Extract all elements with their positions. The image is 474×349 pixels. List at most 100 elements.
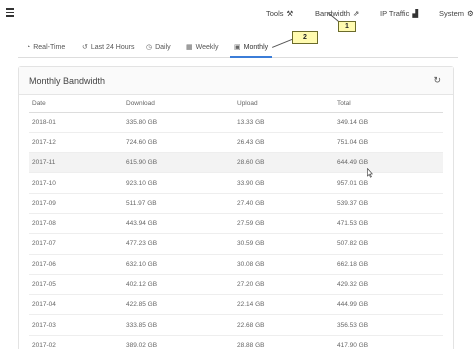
- table-row[interactable]: 2017-11 615.90 GB 28.60 GB 644.49 GB: [29, 152, 443, 174]
- tab-weekly[interactable]: ▦ Weekly: [186, 42, 218, 58]
- card-title: Monthly Bandwidth: [29, 76, 106, 86]
- tab-daily-label: Daily: [155, 44, 171, 51]
- clock-icon: ◷: [146, 44, 153, 51]
- nav-ip-traffic[interactable]: IP Traffic ▟: [380, 9, 418, 18]
- nav-ip-traffic-label: IP Traffic: [380, 9, 410, 18]
- cell-date: 2017-06: [29, 254, 123, 275]
- cell-date: 2017-09: [29, 193, 123, 214]
- cell-upload: 27.20 GB: [234, 274, 334, 296]
- calendar-icon: ▣: [234, 44, 241, 51]
- tab-monthly-label: Monthly: [243, 44, 269, 51]
- table-header-row: Date Download Upload Total: [29, 95, 443, 113]
- cell-total: 417.90 GB: [334, 335, 443, 349]
- cell-total: 471.53 GB: [334, 213, 443, 235]
- cell-total: 429.32 GB: [334, 274, 443, 296]
- top-navbar: Tools ⚒ Bandwidth ⇗ IP Traffic ▟ System ⚙: [0, 0, 474, 30]
- cell-upload: 28.88 GB: [234, 335, 334, 349]
- cell-download: 923.10 GB: [123, 172, 234, 194]
- cell-download: 333.85 GB: [123, 314, 234, 336]
- table-row[interactable]: 2017-08 443.94 GB 27.59 GB 471.53 GB: [29, 213, 443, 235]
- table-row[interactable]: 2017-05 402.12 GB 27.20 GB 429.32 GB: [29, 274, 443, 296]
- table-row[interactable]: 2017-07 477.23 GB 30.59 GB 507.82 GB: [29, 233, 443, 255]
- table-row[interactable]: 2017-02 389.02 GB 28.88 GB 417.90 GB: [29, 335, 443, 349]
- cell-upload: 22.14 GB: [234, 294, 334, 316]
- tab-real-time[interactable]: ◔ Real-Time: [26, 42, 65, 58]
- table-row[interactable]: 2017-03 333.85 GB 22.68 GB 356.53 GB: [29, 314, 443, 336]
- cell-date: 2017-05: [29, 274, 123, 296]
- nav-tools-label: Tools: [266, 9, 284, 18]
- tab-daily[interactable]: ◷ Daily: [146, 42, 171, 58]
- tools-icon: ⚒: [286, 9, 294, 18]
- table-row[interactable]: 2017-09 511.97 GB 27.40 GB 539.37 GB: [29, 193, 443, 214]
- chart-line-icon: ⇗: [353, 9, 360, 18]
- bar-chart-icon: ▟: [412, 9, 419, 18]
- period-tabs: ◔ Real-Time ↺ Last 24 Hours ◷ Daily ▦ Weekly…: [18, 40, 458, 58]
- cell-download: 477.23 GB: [123, 233, 234, 255]
- column-header-date[interactable]: Date: [29, 95, 123, 113]
- cell-download: 443.94 GB: [123, 213, 234, 235]
- tab-last-24-hours-label: Last 24 Hours: [90, 44, 135, 51]
- cell-date: 2017-10: [29, 172, 123, 194]
- tab-monthly[interactable]: ▣ Monthly: [230, 42, 273, 58]
- cell-total: 507.82 GB: [334, 233, 443, 255]
- bandwidth-table: Date Download Upload Total 2018-01 335.80…: [29, 95, 443, 349]
- cell-upload: 30.59 GB: [234, 233, 334, 255]
- calendar-icon: ▦: [186, 44, 193, 51]
- cell-date: 2017-02: [29, 335, 123, 349]
- cell-total: 349.14 GB: [334, 112, 443, 133]
- cell-download: 402.12 GB: [123, 274, 234, 296]
- cell-upload: 30.08 GB: [234, 254, 334, 275]
- cell-upload: 27.59 GB: [234, 213, 334, 235]
- cell-total: 356.53 GB: [334, 314, 443, 336]
- column-header-total[interactable]: Total: [334, 95, 443, 113]
- cell-date: 2017-11: [29, 152, 123, 174]
- cell-date: 2018-01: [29, 112, 123, 133]
- callout-1: 1: [338, 21, 356, 32]
- cell-date: 2017-12: [29, 132, 123, 154]
- table-row[interactable]: 2017-12 724.60 GB 26.43 GB 751.04 GB: [29, 132, 443, 154]
- cell-download: 724.60 GB: [123, 132, 234, 154]
- table-row[interactable]: 2017-04 422.85 GB 22.14 GB 444.99 GB: [29, 294, 443, 316]
- hamburger-icon[interactable]: [6, 8, 14, 18]
- cell-total: 444.99 GB: [334, 294, 443, 316]
- cell-upload: 28.60 GB: [234, 152, 334, 174]
- table-row[interactable]: 2017-10 923.10 GB 33.90 GB 957.01 GB: [29, 172, 443, 194]
- table-row[interactable]: 2017-06 632.10 GB 30.08 GB 662.18 GB: [29, 254, 443, 275]
- cell-download: 632.10 GB: [123, 254, 234, 275]
- monthly-bandwidth-card: Monthly Bandwidth ↻ Date Download Upload…: [18, 66, 454, 349]
- cell-total: 644.49 GB: [334, 152, 443, 174]
- mouse-cursor-icon: [367, 168, 373, 178]
- nav-system-label: System: [439, 9, 465, 18]
- table-row[interactable]: 2018-01 335.80 GB 13.33 GB 349.14 GB: [29, 112, 443, 133]
- tab-weekly-label: Weekly: [195, 44, 219, 51]
- cell-download: 389.02 GB: [123, 335, 234, 349]
- cell-upload: 22.68 GB: [234, 314, 334, 336]
- cell-total: 662.18 GB: [334, 254, 443, 275]
- cell-upload: 27.40 GB: [234, 193, 334, 214]
- nav-bandwidth[interactable]: Bandwidth ⇗: [315, 9, 359, 18]
- cell-date: 2017-07: [29, 233, 123, 255]
- nav-system[interactable]: System ⚙: [439, 9, 474, 18]
- cell-total: 539.37 GB: [334, 193, 443, 214]
- cell-upload: 33.90 GB: [234, 172, 334, 194]
- gear-icon: ⚙: [467, 9, 474, 18]
- tab-last-24-hours[interactable]: ↺ Last 24 Hours: [82, 42, 134, 58]
- cell-download: 422.85 GB: [123, 294, 234, 316]
- cell-download: 335.80 GB: [123, 112, 234, 133]
- refresh-icon[interactable]: ↻: [433, 75, 441, 86]
- nav-tools[interactable]: Tools ⚒: [266, 9, 293, 18]
- cell-download: 615.90 GB: [123, 152, 234, 174]
- cell-total: 751.04 GB: [334, 132, 443, 154]
- dashboard-icon: ◔: [26, 44, 31, 51]
- cell-upload: 13.33 GB: [234, 112, 334, 133]
- column-header-upload[interactable]: Upload: [234, 95, 334, 113]
- cell-download: 511.97 GB: [123, 193, 234, 214]
- cell-date: 2017-08: [29, 213, 123, 235]
- table-body: 2018-01 335.80 GB 13.33 GB 349.14 GB 2017-12…: [29, 112, 443, 349]
- card-header: Monthly Bandwidth ↻: [19, 67, 453, 95]
- cell-upload: 26.43 GB: [234, 132, 334, 154]
- tab-real-time-label: Real-Time: [33, 44, 66, 51]
- history-icon: ↺: [82, 44, 88, 51]
- cell-date: 2017-03: [29, 314, 123, 336]
- column-header-download[interactable]: Download: [123, 95, 234, 113]
